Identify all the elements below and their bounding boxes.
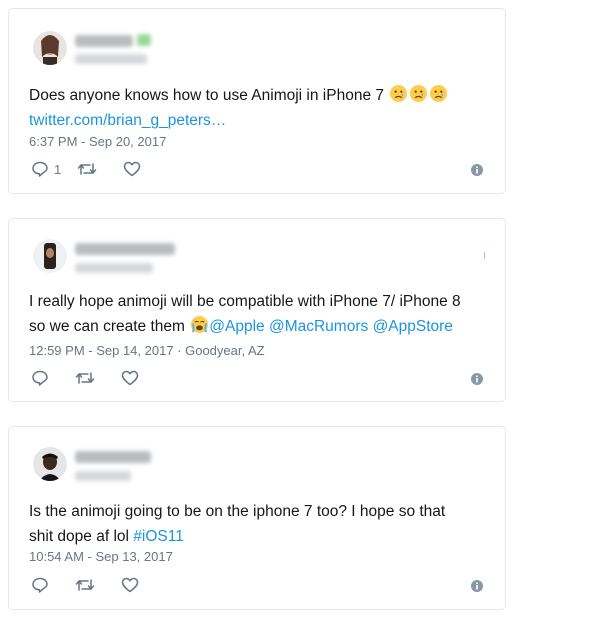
blurred-display-name — [75, 243, 175, 255]
tweet-text: I really hope animoji will be compatible… — [29, 289, 481, 339]
tweet-actions: 1 — [31, 159, 167, 179]
tweet-text-line1: Is the animoji going to be on the iphone… — [29, 503, 446, 520]
reply-icon — [32, 161, 48, 177]
loudly-crying-face-emoji — [191, 315, 209, 334]
retweet-icon — [77, 163, 97, 175]
blurred-display-name — [75, 451, 151, 463]
reply-button[interactable] — [31, 576, 49, 594]
small-mark — [484, 252, 485, 259]
tweet-meta: 12:59 PM - Sep 14, 2017 · Goodyear, AZ — [29, 343, 265, 358]
blurred-handle — [75, 54, 147, 64]
tweet-actions — [31, 368, 165, 388]
tweet-text-line2: shit dope af lol — [29, 528, 129, 545]
like-button[interactable] — [123, 160, 141, 178]
reply-icon — [32, 370, 48, 386]
retweet-icon — [75, 372, 95, 384]
tweet-text-line2: so we can create them — [29, 318, 185, 335]
tweet-timestamp[interactable]: 6:37 PM - Sep 20, 2017 — [29, 134, 166, 149]
retweet-button[interactable] — [77, 160, 97, 178]
blurred-badge — [137, 34, 151, 46]
like-icon — [121, 577, 139, 593]
reply-count: 1 — [54, 161, 62, 177]
info-icon[interactable] — [471, 580, 483, 592]
tweet-link[interactable]: twitter.com/brian_g_peters… — [29, 112, 226, 129]
tweet-text: Does anyone knows how to use Animoji in … — [29, 83, 481, 133]
info-icon[interactable] — [471, 164, 483, 176]
tweet-text: Is the animoji going to be on the iphone… — [29, 499, 481, 549]
tweet-timestamp[interactable]: 12:59 PM - Sep 14, 2017 — [29, 343, 174, 358]
avatar[interactable] — [33, 447, 67, 481]
tweet-card: Does anyone knows how to use Animoji in … — [8, 8, 506, 194]
mention-link[interactable]: @Apple — [209, 318, 264, 335]
like-button[interactable] — [121, 576, 139, 594]
mention-link[interactable]: @AppStore — [373, 318, 453, 335]
tweet-location[interactable]: · Goodyear, AZ — [177, 343, 264, 358]
like-icon — [123, 161, 141, 177]
blurred-display-name — [75, 35, 133, 47]
blurred-handle — [75, 471, 131, 481]
avatar[interactable] — [33, 31, 67, 65]
retweet-icon — [75, 579, 95, 591]
retweet-button[interactable] — [75, 369, 95, 387]
mention-link[interactable]: @MacRumors — [269, 318, 368, 335]
blurred-handle — [75, 263, 153, 273]
retweet-button[interactable] — [75, 576, 95, 594]
reply-button[interactable] — [31, 369, 49, 387]
like-icon — [121, 370, 139, 386]
tweet-actions — [31, 575, 165, 595]
hashtag-link[interactable]: #iOS11 — [133, 528, 184, 545]
avatar[interactable] — [33, 239, 67, 273]
reply-button[interactable]: 1 — [31, 160, 61, 178]
tweet-card: Is the animoji going to be on the iphone… — [8, 426, 506, 610]
reply-icon — [32, 577, 48, 593]
tweet-text-body: Does anyone knows how to use Animoji in … — [29, 87, 384, 104]
info-icon[interactable] — [471, 373, 483, 385]
crying-face-emoji — [410, 84, 428, 103]
crying-face-emoji — [390, 84, 408, 103]
crying-face-emoji — [430, 84, 448, 103]
tweet-text-line1: I really hope animoji will be compatible… — [29, 293, 461, 310]
like-button[interactable] — [121, 369, 139, 387]
tweet-timestamp[interactable]: 10:54 AM - Sep 13, 2017 — [29, 549, 173, 564]
tweet-card: I really hope animoji will be compatible… — [8, 218, 506, 402]
